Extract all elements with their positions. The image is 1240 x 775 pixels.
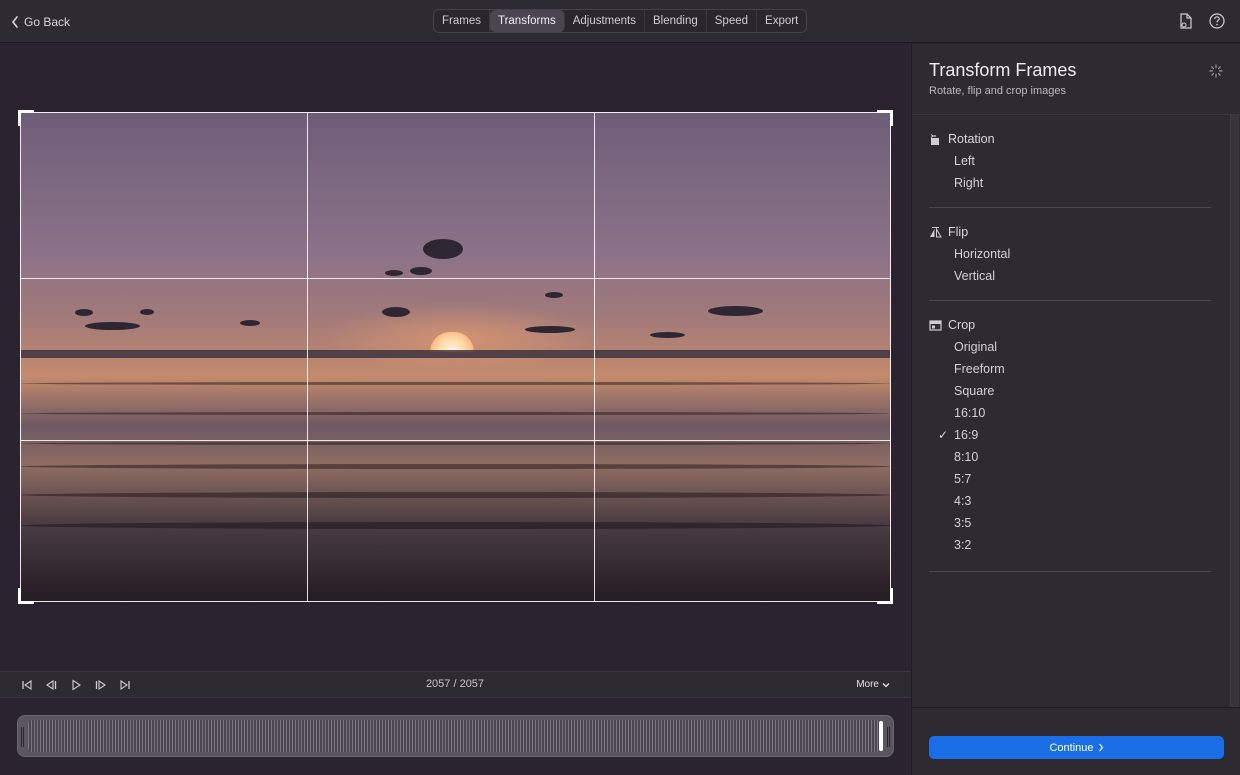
more-label: More — [856, 679, 879, 690]
rotation-header: Rotation — [929, 128, 1211, 150]
crop-option-16-9[interactable]: ✓ 16:9 — [929, 424, 1211, 446]
more-menu-button[interactable]: More — [856, 679, 890, 690]
crop-option-8-10[interactable]: 8:10 — [929, 446, 1211, 468]
crop-option-16-9-label: 16:9 — [954, 428, 979, 442]
skip-to-start-icon[interactable] — [20, 678, 34, 692]
rotation-section: Rotation Left Right — [929, 128, 1211, 208]
flip-header: Flip — [929, 221, 1211, 243]
crop-frame[interactable] — [20, 112, 891, 602]
top-toolbar: Go Back Frames Transforms Adjustments Bl… — [0, 0, 1240, 43]
frame-timeline[interactable] — [17, 715, 894, 757]
crop-handle-bottom-right[interactable] — [877, 588, 893, 604]
loading-spinner-icon — [1209, 64, 1223, 78]
flip-vertical-option[interactable]: Vertical — [929, 265, 1211, 287]
sidebar-footer: Continue — [912, 707, 1240, 775]
timeline-frames-strip[interactable] — [28, 720, 881, 752]
crop-option-3-5[interactable]: 3:5 — [929, 512, 1211, 534]
crop-option-4-3[interactable]: 4:3 — [929, 490, 1211, 512]
sidebar-options-list[interactable]: Rotation Left Right Flip Horizontal Vert… — [912, 114, 1240, 708]
document-export-icon[interactable] — [1177, 12, 1195, 30]
sidebar-title: Transform Frames — [929, 60, 1077, 80]
crop-icon — [929, 319, 942, 331]
tab-frames[interactable]: Frames — [434, 10, 490, 32]
crop-option-5-7[interactable]: 5:7 — [929, 468, 1211, 490]
timeline-area — [0, 698, 911, 775]
crop-header: Crop — [929, 314, 1211, 336]
tab-transforms[interactable]: Transforms — [489, 10, 565, 32]
flip-label: Flip — [948, 225, 969, 239]
crop-option-freeform[interactable]: Freeform — [929, 358, 1211, 380]
app-window: Go Back Frames Transforms Adjustments Bl… — [0, 0, 1240, 775]
crop-section: Crop Original Freeform Square 16:10 ✓ 16… — [929, 314, 1211, 572]
step-forward-icon[interactable] — [94, 678, 108, 692]
rotate-right-option[interactable]: Right — [929, 172, 1211, 194]
tab-adjustments[interactable]: Adjustments — [565, 10, 645, 32]
crop-handle-bottom-left[interactable] — [18, 588, 34, 604]
crop-option-square[interactable]: Square — [929, 380, 1211, 402]
timeline-end-handle[interactable] — [887, 727, 890, 747]
sidebar-scrollbar[interactable] — [1230, 115, 1239, 708]
flip-horizontal-option[interactable]: Horizontal — [929, 243, 1211, 265]
timeline-start-handle[interactable] — [21, 727, 24, 747]
help-icon[interactable] — [1208, 12, 1226, 30]
chevron-down-icon — [882, 682, 890, 687]
checkmark-icon: ✓ — [938, 428, 949, 442]
continue-button[interactable]: Continue — [929, 736, 1224, 759]
rotation-label: Rotation — [948, 132, 995, 146]
crop-handle-top-left[interactable] — [18, 110, 34, 126]
crop-option-16-10[interactable]: 16:10 — [929, 402, 1211, 424]
continue-label: Continue — [1049, 741, 1094, 754]
chevron-right-icon — [1098, 743, 1103, 752]
playback-bar: 2057 / 2057 More — [0, 671, 911, 698]
tab-export[interactable]: Export — [757, 10, 806, 32]
sidebar-subtitle: Rotate, flip and crop images — [929, 85, 1066, 97]
step-back-icon[interactable] — [44, 678, 58, 692]
play-icon[interactable] — [69, 678, 83, 692]
rotate-icon — [930, 133, 939, 145]
preview-canvas[interactable] — [0, 44, 911, 671]
crop-option-3-2[interactable]: 3:2 — [929, 534, 1211, 556]
skip-to-end-icon[interactable] — [118, 678, 132, 692]
crop-handle-top-right[interactable] — [877, 110, 893, 126]
transform-sidebar: Transform Frames Rotate, flip and crop i… — [911, 44, 1240, 775]
playhead[interactable] — [879, 721, 883, 751]
flip-icon — [930, 226, 942, 237]
crop-label: Crop — [948, 318, 976, 332]
frame-counter: 2057 / 2057 — [425, 678, 485, 690]
tab-blending[interactable]: Blending — [645, 10, 707, 32]
go-back-label: Go Back — [24, 15, 71, 29]
go-back-button[interactable]: Go Back — [10, 12, 70, 32]
mode-tab-bar: Frames Transforms Adjustments Blending S… — [433, 9, 808, 33]
flip-section: Flip Horizontal Vertical — [929, 221, 1211, 301]
crop-option-original[interactable]: Original — [929, 336, 1211, 358]
rotate-left-option[interactable]: Left — [929, 150, 1211, 172]
tab-speed[interactable]: Speed — [707, 10, 758, 32]
chevron-left-icon — [11, 16, 18, 28]
